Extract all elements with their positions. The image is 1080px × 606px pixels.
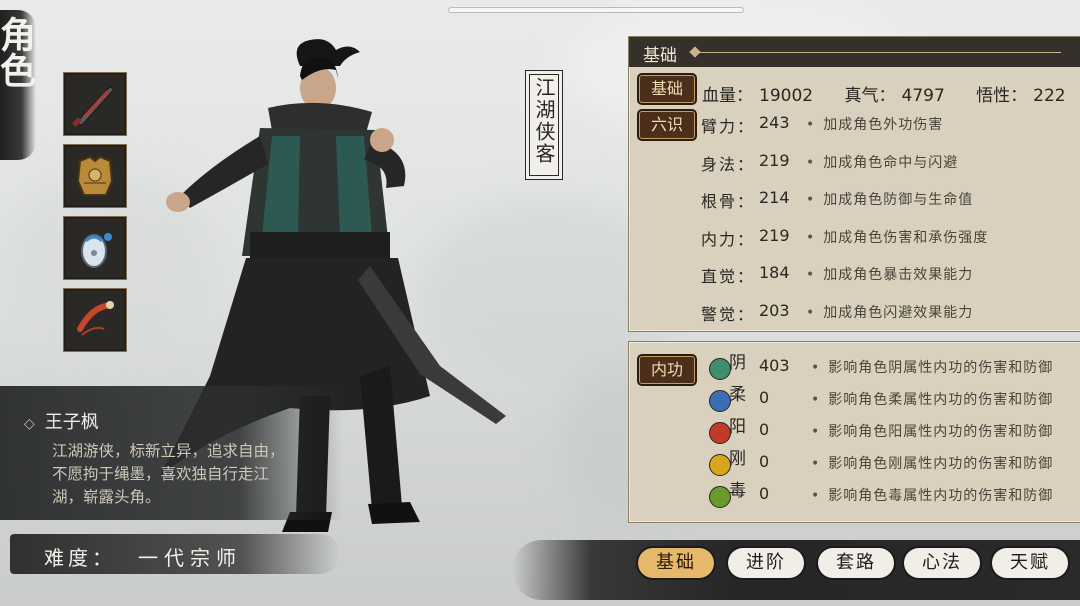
character-name-row: ◇ 王子枫 <box>24 408 99 434</box>
difficulty-label: 难度： <box>44 546 116 570</box>
inner-power-panel: 内功 阴 403 影响角色阴属性内功的伤害和防御 柔 0 影响角色柔属性内功的伤… <box>628 341 1080 523</box>
character-description: 江湖游侠，标新立异，追求自由，不愿拘于绳墨，喜欢独自行走江湖，崭露头角。 <box>52 442 285 506</box>
six-senses-tag: 六识 <box>639 111 695 139</box>
element-value: 0 <box>759 452 770 471</box>
diamond-icon: ◇ <box>24 416 35 432</box>
insight-value: 222 <box>1033 86 1066 106</box>
inner-row-gang: 刚 0 影响角色刚属性内功的伤害和防御 <box>705 449 1077 478</box>
stat-row-constitution: 根骨： 214 加成角色防御与生命值 <box>693 188 1073 218</box>
basic-tag: 基础 <box>639 75 695 103</box>
yang-element-icon <box>709 422 731 444</box>
element-description: 影响角色刚属性内功的伤害和防御 <box>811 453 1053 473</box>
character-name: 王子枫 <box>44 412 99 433</box>
tab-basic[interactable]: 基础 <box>638 548 714 578</box>
stat-row-alertness: 警觉： 203 加成角色闪避效果能力 <box>693 301 1073 331</box>
page-title: 角色 <box>0 4 40 164</box>
element-value: 0 <box>759 420 770 439</box>
element-description: 影响角色毒属性内功的伤害和防御 <box>811 485 1053 505</box>
difficulty-banner: 难度： 一代宗师 <box>10 534 340 574</box>
tab-mind-method[interactable]: 心法 <box>904 548 980 578</box>
accessory-pouch-icon <box>81 233 112 268</box>
equipment-slot-weapon[interactable] <box>63 72 127 136</box>
stat-row-strength: 臂力： 243 加成角色外功伤害 <box>693 113 1073 143</box>
main-stats-row: 血量： 19002 真气： 4797 悟性： 222 <box>702 81 1080 106</box>
stat-row-agility: 身法： 219 加成角色命中与闪避 <box>693 151 1073 181</box>
qi-label: 真气： <box>844 86 896 106</box>
top-drag-bar <box>448 7 744 13</box>
panel-header: 基础 <box>629 37 1080 67</box>
element-value: 0 <box>759 484 770 503</box>
stat-label: 警觉： <box>701 305 756 324</box>
tab-routines[interactable]: 套路 <box>818 548 894 578</box>
stat-value: 184 <box>759 263 790 282</box>
panel-header-title: 基础 <box>643 46 677 66</box>
stat-description: 加成角色闪避效果能力 <box>806 302 973 322</box>
difficulty-value: 一代宗师 <box>138 546 242 570</box>
inner-row-yin: 阴 403 影响角色阴属性内功的伤害和防御 <box>705 353 1077 382</box>
element-value: 0 <box>759 388 770 407</box>
page-title-text: 角色 <box>0 16 36 88</box>
equipment-slot-gourd[interactable] <box>63 288 127 352</box>
element-description: 影响角色阳属性内功的伤害和防御 <box>811 421 1053 441</box>
inner-power-tag: 内功 <box>639 356 695 384</box>
stat-label: 根骨： <box>701 192 756 211</box>
stat-description: 加成角色外功伤害 <box>806 114 943 134</box>
rou-element-icon <box>709 390 731 412</box>
element-value: 403 <box>759 356 790 375</box>
stat-value: 214 <box>759 188 790 207</box>
insight-label: 悟性： <box>976 86 1028 106</box>
poison-element-icon <box>709 486 731 508</box>
element-label: 柔 <box>729 385 746 405</box>
inner-row-yang: 阳 0 影响角色阳属性内功的伤害和防御 <box>705 417 1077 446</box>
gang-element-icon <box>709 454 731 476</box>
stat-description: 加成角色暴击效果能力 <box>806 264 973 284</box>
element-description: 影响角色柔属性内功的伤害和防御 <box>811 389 1053 409</box>
stat-label: 内力： <box>701 230 756 249</box>
hp-label: 血量： <box>702 86 753 106</box>
element-label: 阴 <box>729 353 746 373</box>
stat-row-inner-power: 内力： 219 加成角色伤害和承伤强度 <box>693 226 1073 256</box>
element-description: 影响角色阴属性内功的伤害和防御 <box>811 357 1053 377</box>
yin-element-icon <box>709 358 731 380</box>
qi-value: 4797 <box>901 86 945 106</box>
stat-label: 臂力： <box>701 117 756 136</box>
stat-value: 243 <box>759 113 790 132</box>
stat-description: 加成角色伤害和承伤强度 <box>806 227 988 247</box>
stat-value: 219 <box>759 226 790 245</box>
stat-description: 加成角色命中与闪避 <box>806 152 958 172</box>
hero-title: 江湖侠客 <box>532 77 556 165</box>
gourd-icon <box>77 301 114 336</box>
element-label: 毒 <box>729 481 746 501</box>
stat-description: 加成角色防御与生命值 <box>806 189 973 209</box>
tab-advanced[interactable]: 进阶 <box>728 548 804 578</box>
element-label: 刚 <box>729 449 746 469</box>
hp-value: 19002 <box>759 86 814 106</box>
header-line <box>697 52 1061 53</box>
character-bio: ◇ 王子枫 江湖游侠，标新立异，追求自由，不愿拘于绳墨，喜欢独自行走江湖，崭露头角… <box>0 386 342 520</box>
stat-value: 219 <box>759 151 790 170</box>
weapon-saber-icon <box>72 86 115 127</box>
tab-talent[interactable]: 天赋 <box>992 548 1068 578</box>
stat-row-intuition: 直觉： 184 加成角色暴击效果能力 <box>693 263 1073 293</box>
inner-row-du: 毒 0 影响角色毒属性内功的伤害和防御 <box>705 481 1077 510</box>
inner-row-rou: 柔 0 影响角色柔属性内功的伤害和防御 <box>705 385 1077 414</box>
stat-label: 直觉： <box>701 267 756 286</box>
element-label: 阳 <box>729 417 746 437</box>
stat-label: 身法： <box>701 155 756 174</box>
equipment-slot-accessory[interactable] <box>63 216 127 280</box>
equipment-column <box>63 72 127 360</box>
hero-title-plaque: 江湖侠客 <box>525 70 563 180</box>
equipment-slot-armor[interactable] <box>63 144 127 208</box>
armor-icon <box>76 155 114 196</box>
stat-value: 203 <box>759 301 790 320</box>
basic-stats-panel: 基础 基础 血量： 19002 真气： 4797 悟性： 222 六识 臂力： 243… <box>628 36 1080 332</box>
